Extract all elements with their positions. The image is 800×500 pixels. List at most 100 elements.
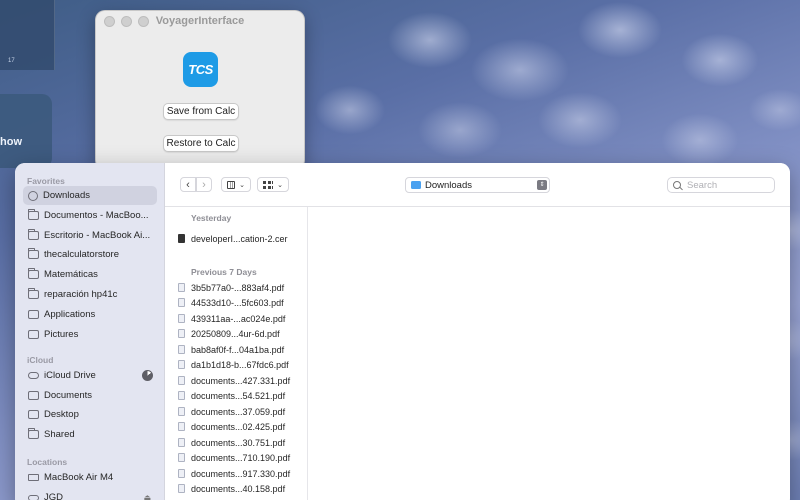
background-window-number: 17 — [8, 58, 15, 64]
file-row[interactable]: documents...02.425.pdf — [178, 419, 306, 434]
finder-toolbar: ‹ › ⌄ ⌄ Downloads ⇕ — [165, 163, 790, 207]
sidebar-item-applications[interactable]: Applications — [23, 305, 157, 324]
finder-sidebar: Favorites Downloads Documentos - MacBoo.… — [15, 163, 165, 500]
download-icon — [28, 190, 38, 201]
file-name: documents...02.425.pdf — [191, 421, 286, 432]
sidebar-item-label: Desktop — [44, 409, 79, 420]
file-list-column: Yesterday developerI...cation-2.cer Prev… — [165, 207, 308, 500]
pdf-file-icon — [178, 484, 185, 493]
desktop-icon — [28, 410, 39, 419]
sidebar-item-label: Escritorio - MacBook Ai... — [44, 230, 151, 241]
shared-folder-icon — [28, 428, 39, 439]
restore-to-calc-button[interactable]: Restore to Calc — [163, 135, 239, 152]
file-row[interactable]: documents...40.158.pdf — [178, 481, 306, 496]
sidebar-item-label: Pictures — [44, 329, 79, 340]
file-name: 44533d10-...5fc603.pdf — [191, 297, 284, 308]
search-icon — [673, 181, 681, 189]
sidebar-item-downloads[interactable]: Downloads — [23, 186, 157, 205]
sidebar-item-documentos[interactable]: Documentos - MacBoo... — [23, 206, 157, 225]
column-view-button[interactable]: ⌄ — [221, 177, 251, 192]
icloud-storage-pie-icon — [142, 370, 153, 381]
voyager-window-title: VoyagerInterface — [155, 15, 245, 27]
file-row[interactable]: da1b1d18-b...67fdc6.pdf — [178, 357, 306, 372]
sidebar-item-reparacion-hp41c[interactable]: reparación hp41c — [23, 285, 157, 304]
file-row[interactable]: documents...710.190.pdf — [178, 450, 306, 465]
file-name: documents...427.331.pdf — [191, 375, 291, 386]
pdf-file-icon — [178, 407, 185, 416]
location-label: Downloads — [425, 179, 472, 191]
columns-icon — [227, 180, 236, 189]
sidebar-item-label: Shared — [44, 429, 75, 440]
file-row[interactable]: documents...30.751.pdf — [178, 435, 306, 450]
file-row[interactable]: documents...427.331.pdf — [178, 373, 306, 388]
file-row[interactable]: documents...917.330.pdf — [178, 466, 306, 481]
file-name: 3b5b77a0-...883af4.pdf — [191, 282, 285, 293]
background-widget-label: how — [0, 136, 22, 148]
sidebar-item-icloud-drive[interactable]: iCloud Drive — [23, 366, 157, 385]
pdf-file-icon — [178, 283, 185, 292]
applications-icon — [28, 310, 39, 319]
file-row[interactable]: 439311aa-...ac024e.pdf — [178, 311, 306, 326]
cloud-icon — [28, 372, 39, 379]
sidebar-item-desktop[interactable]: Desktop — [23, 405, 157, 424]
file-row[interactable]: bab8af0f-f...04a1ba.pdf — [178, 342, 306, 357]
file-name: documents...54.521.pdf — [191, 390, 286, 401]
forward-button[interactable]: › — [196, 177, 212, 192]
file-row[interactable]: 44533d10-...5fc603.pdf — [178, 295, 306, 310]
sidebar-item-label: Documentos - MacBoo... — [44, 210, 149, 221]
file-name: documents...30.751.pdf — [191, 437, 286, 448]
sidebar-item-label: reparación hp41c — [44, 289, 118, 300]
chevron-down-icon: ⌄ — [277, 181, 283, 189]
file-name: 20250809...4ur-6d.pdf — [191, 328, 280, 339]
sidebar-item-label: JGD — [44, 492, 63, 500]
chevron-down-icon: ⌄ — [239, 181, 245, 189]
updown-chevron-icon: ⇕ — [537, 180, 547, 190]
background-widget-card[interactable]: how — [0, 94, 52, 168]
preview-pane[interactable] — [308, 207, 790, 500]
background-window-fragment[interactable]: 17 — [0, 0, 55, 70]
sidebar-item-documents[interactable]: Documents — [23, 386, 157, 405]
sidebar-item-shared[interactable]: Shared — [23, 425, 157, 444]
pdf-file-icon — [178, 438, 185, 447]
folder-icon — [28, 209, 39, 220]
pictures-icon — [28, 330, 39, 339]
pdf-file-icon — [178, 314, 185, 323]
file-name: documents...40.158.pdf — [191, 483, 286, 494]
search-input[interactable] — [687, 179, 767, 191]
file-row[interactable]: 20250809...4ur-6d.pdf — [178, 326, 306, 341]
sidebar-section-locations: Locations — [27, 457, 68, 467]
voyager-titlebar[interactable]: VoyagerInterface — [96, 11, 304, 31]
file-row[interactable]: documents...54.521.pdf — [178, 388, 306, 403]
group-view-button[interactable]: ⌄ — [257, 177, 289, 192]
laptop-icon — [28, 474, 39, 481]
file-row[interactable]: documents...37.059.pdf — [178, 404, 306, 419]
save-from-calc-button[interactable]: Save from Calc — [163, 103, 239, 120]
search-field[interactable] — [667, 177, 775, 193]
pdf-file-icon — [178, 360, 185, 369]
sidebar-item-label: Matemáticas — [44, 269, 98, 280]
sidebar-item-label: Downloads — [43, 190, 90, 201]
file-row[interactable]: 3b5b77a0-...883af4.pdf — [178, 280, 306, 295]
file-name: 439311aa-...ac024e.pdf — [191, 313, 286, 324]
eject-icon[interactable]: ⏏ — [143, 493, 151, 500]
pdf-file-icon — [178, 376, 185, 385]
downloads-folder-icon — [411, 181, 421, 189]
file-name: documents...710.190.pdf — [191, 452, 291, 463]
folder-icon — [28, 268, 39, 279]
sidebar-item-pictures[interactable]: Pictures — [23, 325, 157, 344]
sidebar-item-macbook-air[interactable]: MacBook Air M4 — [23, 468, 157, 487]
sidebar-section-icloud: iCloud — [27, 355, 54, 365]
location-popup[interactable]: Downloads ⇕ — [405, 177, 550, 193]
sidebar-item-thecalculatorstore[interactable]: thecalculatorstore — [23, 245, 157, 264]
sidebar-item-jgd[interactable]: JGD ⏏ — [23, 488, 157, 500]
sidebar-item-label: MacBook Air M4 — [44, 472, 114, 483]
sidebar-item-matematicas[interactable]: Matemáticas — [23, 265, 157, 284]
sidebar-item-label: Documents — [44, 390, 93, 401]
sidebar-item-escritorio[interactable]: Escritorio - MacBook Ai... — [23, 226, 157, 245]
group-header-yesterday: Yesterday — [191, 213, 232, 223]
pdf-file-icon — [178, 453, 185, 462]
back-button[interactable]: ‹ — [180, 177, 196, 192]
sidebar-section-favorites: Favorites — [27, 176, 65, 186]
folder-icon — [28, 248, 39, 259]
file-row[interactable]: developerI...cation-2.cer — [178, 231, 306, 246]
